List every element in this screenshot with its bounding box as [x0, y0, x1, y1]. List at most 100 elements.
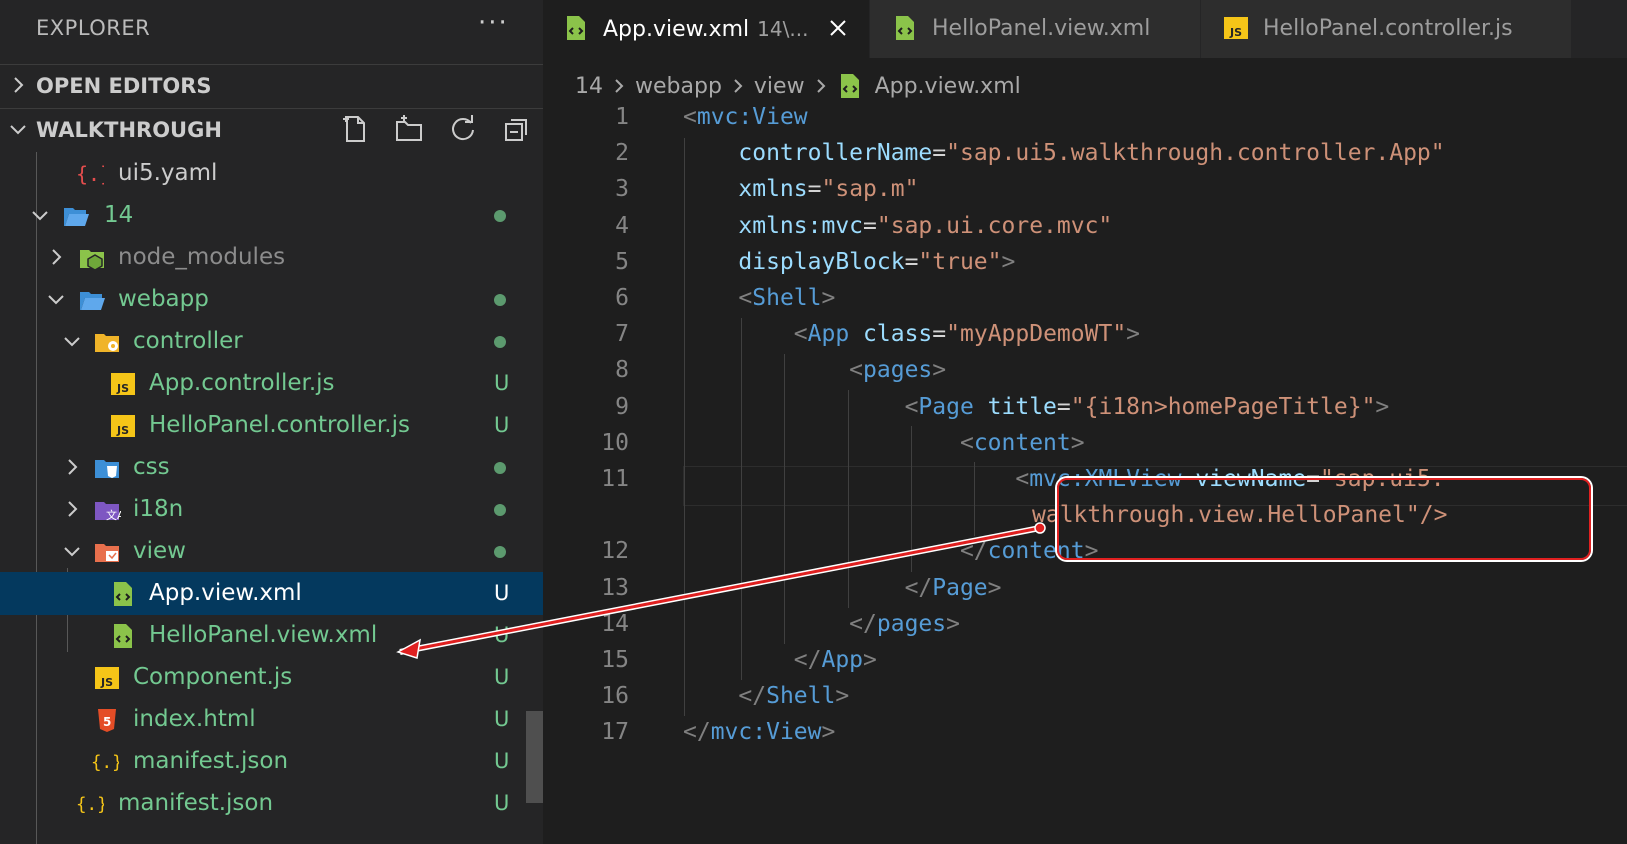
controller-folder-icon	[95, 334, 119, 352]
svg-text:5: 5	[103, 715, 111, 729]
chevron-right-icon	[68, 459, 78, 475]
tree-item-view[interactable]: view	[0, 530, 543, 573]
breadcrumb: 14 webapp view App.view.xml	[575, 68, 1021, 104]
svg-text:{.}: {.}	[91, 753, 119, 773]
tree-item-14[interactable]: 14	[0, 194, 543, 237]
sidebar-scrollbar[interactable]	[526, 711, 543, 803]
tree-item-hellopanel-controller-js[interactable]: JS HelloPanel.controller.js U	[0, 404, 543, 447]
git-modified-dot	[494, 546, 506, 558]
line-number: 11	[601, 466, 629, 492]
line-number: 15	[601, 647, 629, 673]
explorer-actions	[339, 113, 533, 145]
tree-item-css[interactable]: css	[0, 446, 543, 489]
tree-item-i18n[interactable]: 文A i18n	[0, 488, 543, 531]
css-folder-icon	[95, 460, 119, 478]
line-number: 7	[615, 321, 629, 348]
tree-item-label: webapp	[118, 286, 209, 312]
code-line: <App class="myAppDemoWT">	[793, 321, 1141, 348]
explorer-header: EXPLORER ···	[0, 0, 543, 58]
line-number: 8	[615, 357, 629, 384]
tree-item-label: App.controller.js	[149, 370, 335, 396]
tree-item-node-modules[interactable]: node_modules	[0, 236, 543, 279]
tree-item-label: css	[133, 454, 170, 480]
chevron-right-icon	[615, 79, 624, 93]
workspace-section[interactable]: WALKTHROUGH	[0, 108, 543, 153]
tree-item-manifest-json-root[interactable]: {.} manifest.json U	[0, 782, 543, 825]
breadcrumb-item[interactable]: webapp	[635, 74, 722, 99]
chevron-right-icon	[816, 79, 825, 93]
tree-item-ui5-yaml[interactable]: {.} ui5.yaml	[0, 152, 543, 195]
tree-item-app-controller-js[interactable]: JS App.controller.js U	[0, 362, 543, 405]
line-number: 12	[601, 538, 629, 565]
chevron-down-icon	[32, 211, 48, 221]
line-number: 14	[601, 610, 629, 637]
tab-label: HelloPanel.controller.js	[1263, 16, 1513, 41]
tab-app-view-xml[interactable]: App.view.xml 14\...	[543, 0, 870, 58]
line-number: 16	[601, 683, 629, 710]
workspace-label: WALKTHROUGH	[36, 118, 222, 142]
tab-hellopanel-controller-js[interactable]: JS HelloPanel.controller.js	[1201, 0, 1572, 58]
new-folder-icon[interactable]	[393, 113, 425, 145]
tree-item-manifest-json[interactable]: {.} manifest.json U	[0, 740, 543, 783]
xml-file-icon	[567, 16, 585, 40]
tree-item-component-js[interactable]: JS Component.js U	[0, 656, 543, 699]
svg-text:JS: JS	[1229, 26, 1242, 39]
breadcrumb-item[interactable]: 14	[575, 74, 603, 99]
chevron-right-icon	[68, 501, 78, 517]
tree-item-label: view	[133, 538, 186, 564]
chevron-down-icon	[64, 337, 80, 347]
line-number: 6	[615, 285, 629, 311]
line-number: 4	[615, 212, 629, 239]
open-editors-section[interactable]: OPEN EDITORS	[0, 64, 543, 109]
new-file-icon[interactable]	[339, 113, 371, 145]
refresh-icon[interactable]	[447, 113, 479, 145]
chevron-right-icon	[734, 79, 743, 93]
js-file-icon: JS	[1224, 17, 1248, 39]
line-number: 13	[601, 574, 629, 601]
line-number: 2	[615, 140, 629, 167]
tree-item-app-view-xml[interactable]: App.view.xml U	[0, 572, 543, 615]
tree-item-hellopanel-view-xml[interactable]: HelloPanel.view.xml U	[0, 614, 543, 657]
tree-item-label: controller	[133, 328, 243, 354]
tab-description: 14\...	[757, 17, 809, 41]
code-line: <Page title="{i18n>homePageTitle}">	[904, 393, 1390, 420]
more-actions-icon[interactable]: ···	[478, 8, 509, 38]
code-editor[interactable]: 1 2 3 4 5 6 7 8 9 10 11 12 13 14 15 16 17 <mvc:View cont…	[543, 104, 1627, 844]
tree-item-controller[interactable]: controller	[0, 320, 543, 363]
breadcrumb-item[interactable]: view	[754, 74, 805, 99]
git-untracked-badge: U	[494, 413, 510, 437]
line-number: 3	[615, 176, 629, 203]
tree-item-webapp[interactable]: webapp	[0, 278, 543, 321]
git-modified-dot	[494, 294, 506, 306]
breadcrumb-item[interactable]: App.view.xml	[875, 74, 1021, 99]
editor-tab-bar: App.view.xml 14\... HelloPanel.view.xml J…	[543, 0, 1627, 58]
chevron-right-icon	[52, 249, 62, 265]
svg-text:{.}: {.}	[76, 162, 104, 186]
js-file-icon: JS	[95, 667, 119, 689]
chevron-right-icon	[14, 77, 24, 93]
xml-file-icon	[840, 74, 859, 98]
code-line: </App>	[793, 647, 877, 673]
git-untracked-badge: U	[494, 581, 510, 605]
chevron-down-icon	[64, 547, 80, 557]
line-number: 17	[601, 719, 629, 746]
tree-item-index-html[interactable]: 5 index.html U	[0, 698, 543, 741]
close-icon[interactable]	[826, 16, 850, 40]
svg-text:JS: JS	[116, 382, 129, 395]
code-line: </pages>	[849, 610, 960, 637]
git-untracked-badge: U	[494, 749, 510, 773]
tab-label: HelloPanel.view.xml	[932, 16, 1151, 41]
tree-item-label: ui5.yaml	[118, 160, 218, 186]
xml-file-icon	[114, 582, 132, 606]
svg-text:JS: JS	[100, 676, 113, 689]
collapse-all-icon[interactable]	[501, 113, 533, 145]
tab-hellopanel-view-xml[interactable]: HelloPanel.view.xml	[870, 0, 1201, 58]
html-file-icon: 5	[98, 709, 116, 732]
code-line: xmlns:mvc="sap.ui.core.mvc"	[738, 212, 1113, 239]
tree-item-label: Component.js	[133, 664, 293, 690]
open-editors-label: OPEN EDITORS	[36, 74, 212, 98]
git-modified-dot	[494, 210, 506, 222]
code-line: controllerName="sap.ui5.walkthrough.cont…	[738, 140, 1445, 167]
git-untracked-badge: U	[494, 665, 510, 689]
git-untracked-badge: U	[494, 371, 510, 395]
